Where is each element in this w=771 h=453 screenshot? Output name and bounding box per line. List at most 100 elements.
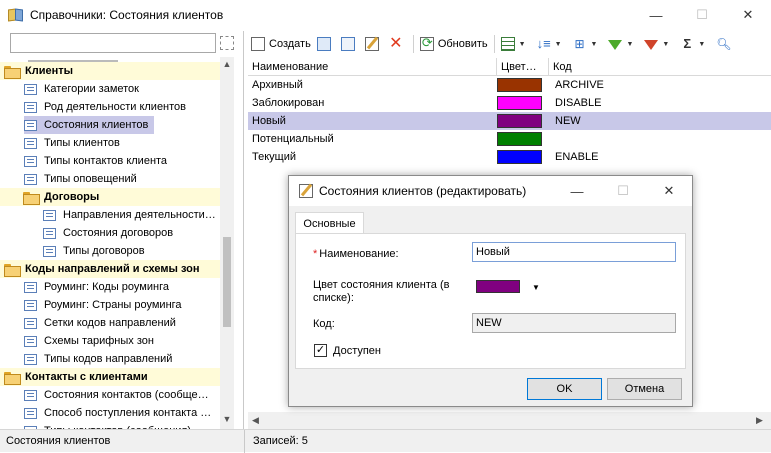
table-row[interactable]: Текущий ENABLE [248, 148, 771, 166]
folder-icon [4, 263, 21, 277]
sort-icon: ↓≡ [536, 36, 551, 51]
clear-filter-button[interactable]: ▼ [641, 33, 677, 55]
tree-item[interactable]: Категории заметок [0, 80, 234, 98]
table-row[interactable]: Архивный ARCHIVE [248, 76, 771, 94]
tree-item[interactable]: Схемы тарифных зон [0, 332, 234, 350]
required-marker: * [313, 248, 318, 260]
search-options-button[interactable] [220, 36, 234, 50]
tab-main[interactable]: Основные [295, 212, 364, 234]
scroll-up-icon[interactable]: ▲ [222, 59, 232, 69]
columns-button[interactable]: ▼ [498, 33, 534, 55]
tree-row-text: Типы договоров [63, 245, 145, 257]
tree-row-label: Роуминг: Страны роуминга [24, 296, 188, 314]
scroll-down-icon[interactable]: ▼ [222, 414, 232, 424]
folder-icon [4, 65, 21, 79]
tree-row-label: Типы клиентов [24, 134, 126, 152]
tree-item[interactable]: Направления деятельности… [0, 206, 234, 224]
status-record-count: Записей: 5 [253, 435, 308, 447]
group-button[interactable]: ⊞ ▼ [570, 33, 606, 55]
tree-row-text: Договоры [44, 191, 100, 203]
table-row[interactable]: Потенциальный [248, 130, 771, 148]
sidebar-search-input[interactable] [10, 33, 216, 53]
scroll-right-icon[interactable]: ▶ [756, 415, 763, 426]
tree-group[interactable]: Контакты с клиентами [0, 368, 234, 386]
cell-color [497, 78, 549, 92]
tree-item[interactable]: Состояния контактов (сообще… [0, 386, 234, 404]
scroll-thumb[interactable] [223, 237, 231, 327]
view-button[interactable] [338, 33, 362, 55]
list-icon [43, 245, 56, 257]
tree-row-text: Клиенты [25, 65, 74, 77]
table-row[interactable]: Заблокирован DISABLE [248, 94, 771, 112]
dialog-minimize-button[interactable]: — [554, 176, 600, 206]
close-button[interactable]: ✕ [725, 0, 771, 31]
delete-button[interactable]: ✕ [386, 33, 410, 55]
tree-group[interactable]: Клиенты [0, 62, 234, 80]
tree-item[interactable]: Состояния клиентов [0, 116, 234, 134]
table-row[interactable]: Новый NEW [248, 112, 771, 130]
totals-button[interactable]: Σ ▼ [677, 33, 713, 55]
folder-icon [4, 371, 21, 385]
cell-color [497, 96, 549, 110]
list-icon [24, 173, 37, 185]
tree-row-label: Роуминг: Коды роуминга [24, 278, 175, 296]
tree-item[interactable]: Типы контактов клиента [0, 152, 234, 170]
view-icon [340, 37, 355, 51]
scroll-left-icon[interactable]: ◀ [252, 415, 259, 426]
color-field[interactable] [476, 280, 520, 293]
title-bar: Справочники: Состояния клиентов — ☐ ✕ [0, 0, 771, 31]
filter-button[interactable]: ▼ [605, 33, 641, 55]
cell-color [497, 132, 549, 146]
catalog-tree[interactable]: Клиенты Категории заметок Род деятельности… [0, 57, 234, 429]
tree-item[interactable]: Типы оповещений [0, 170, 234, 188]
tree-row-text: Контакты с клиентами [25, 371, 148, 383]
grid-horizontal-scrollbar[interactable]: ◀ ▶ [248, 412, 771, 429]
chevron-down-icon[interactable]: ▼ [532, 283, 540, 292]
color-swatch [497, 150, 542, 164]
tree-item[interactable]: Роуминг: Коды роуминга [0, 278, 234, 296]
tree-row-label: Контакты с клиентами [4, 368, 154, 386]
code-field[interactable] [472, 313, 676, 333]
available-checkbox[interactable]: ✓ [314, 344, 327, 357]
sigma-icon: Σ [683, 36, 692, 51]
find-button[interactable]: 🔍︎ [713, 33, 737, 55]
tree-group[interactable]: Договоры [0, 188, 234, 206]
folder-icon [23, 191, 40, 205]
tree-row-label: Типы контактов клиента [24, 152, 173, 170]
tree-item[interactable]: Типы клиентов [0, 134, 234, 152]
dialog-close-button[interactable]: ✕ [646, 176, 692, 206]
edit-button[interactable] [362, 33, 386, 55]
column-header-code[interactable]: Код [549, 58, 771, 76]
copy-button[interactable] [314, 33, 338, 55]
tree-item[interactable]: Типы договоров [0, 242, 234, 260]
create-button[interactable]: Создать [248, 33, 314, 55]
list-icon [43, 209, 56, 221]
ok-button[interactable]: OK [527, 378, 602, 400]
cancel-button[interactable]: Отмена [607, 378, 682, 400]
tree-group[interactable]: Коды направлений и схемы зон [0, 260, 234, 278]
refresh-button[interactable]: Обновить [417, 33, 491, 55]
color-swatch [497, 114, 542, 128]
tree-item[interactable]: Состояния договоров [0, 224, 234, 242]
column-header-name[interactable]: Наименование [248, 57, 497, 76]
tree-item[interactable]: Род деятельности клиентов [0, 98, 234, 116]
sort-button[interactable]: ↓≡ ▼ [534, 33, 570, 55]
column-header-color[interactable]: Цвет… [497, 57, 549, 76]
name-field-label: * Наименование: [313, 248, 399, 260]
tree-item[interactable]: Сетки кодов направлений [0, 314, 234, 332]
name-field[interactable] [472, 242, 676, 262]
list-icon [24, 137, 37, 149]
tree-item[interactable]: Способ поступления контакта … [0, 404, 234, 422]
tree-row-label: Типы оповещений [24, 170, 143, 188]
new-document-icon [251, 37, 265, 51]
minimize-button[interactable]: — [633, 0, 679, 31]
tree-scrollbar[interactable]: ▲ ▼ [220, 57, 234, 429]
tree-item[interactable]: Типы кодов направлений [0, 350, 234, 368]
tree-item[interactable]: Типы контактов (сообщения) [0, 422, 234, 429]
cell-color [497, 150, 549, 164]
dialog-maximize-button: ☐ [617, 183, 629, 198]
cell-code: NEW [555, 115, 581, 127]
tree-item[interactable]: Роуминг: Страны роуминга [0, 296, 234, 314]
available-label: Доступен [333, 345, 382, 357]
dialog-form: *Наименование: Цвет состояния клиента (в… [295, 233, 686, 369]
